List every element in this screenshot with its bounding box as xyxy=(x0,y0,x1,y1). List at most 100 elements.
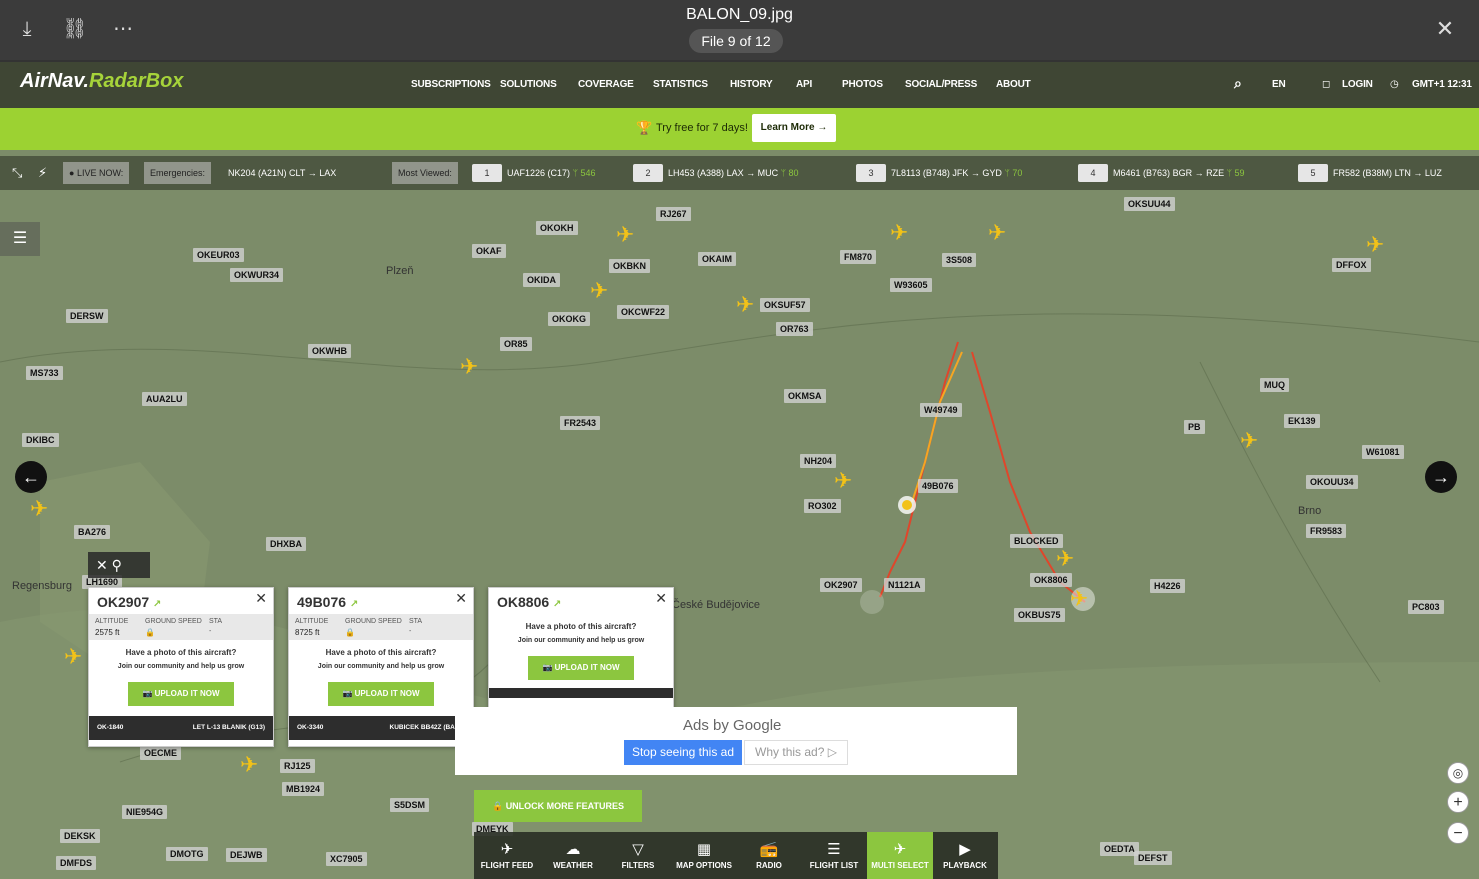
upload-photo-button[interactable]: 📷 UPLOAD IT NOW xyxy=(528,656,634,680)
flight-label[interactable]: DMFDS xyxy=(56,856,96,870)
why-this-ad-button[interactable]: Why this ad? ▷ xyxy=(744,740,848,765)
flight-label[interactable]: OKIDA xyxy=(523,273,560,287)
airnav-logo[interactable]: AirNav.RadarBox xyxy=(20,70,183,93)
flight-label[interactable]: H4226 xyxy=(1150,579,1185,593)
card-callsign[interactable]: OK2907 xyxy=(97,594,149,610)
flight-label[interactable]: RJ267 xyxy=(656,207,691,221)
flight-label[interactable]: OKOUU34 xyxy=(1306,475,1358,489)
previous-file-button[interactable]: ← xyxy=(15,461,47,493)
next-file-button[interactable]: → xyxy=(1425,461,1457,493)
external-link-icon[interactable]: ↗ xyxy=(553,599,561,610)
radio-button[interactable]: 📻 RADIO xyxy=(736,832,802,879)
flight-label[interactable]: W93605 xyxy=(890,278,932,292)
flight-label[interactable]: OK8806 xyxy=(1030,573,1072,587)
flight-label[interactable]: OKSUU44 xyxy=(1124,197,1175,211)
flight-label[interactable]: DMOTG xyxy=(166,847,208,861)
card-callsign[interactable]: OK8806 xyxy=(497,594,549,610)
plane-icon[interactable]: ✈ xyxy=(736,294,754,316)
nav-social[interactable]: SOCIAL/PRESS xyxy=(905,79,977,90)
multi-select-button[interactable]: ✈ MULTI SELECT xyxy=(867,832,933,879)
flight-label[interactable]: DEKSK xyxy=(60,829,100,843)
nav-photos[interactable]: PHOTOS xyxy=(842,79,883,90)
map-options-button[interactable]: ▦ MAP OPTIONS xyxy=(671,832,737,879)
zoom-in-button[interactable]: + xyxy=(1447,791,1469,813)
flight-label[interactable]: FM870 xyxy=(840,250,877,264)
flight-label[interactable]: OKOKG xyxy=(548,312,591,326)
nav-history[interactable]: HISTORY xyxy=(730,79,773,90)
flight-label[interactable]: MUQ xyxy=(1260,378,1289,392)
plane-icon[interactable]: ✈ xyxy=(1240,430,1258,452)
flight-label[interactable]: OECME xyxy=(140,746,182,760)
flight-label[interactable]: RO302 xyxy=(804,499,841,513)
flight-label[interactable]: DEJWB xyxy=(226,848,267,862)
plane-icon[interactable]: ✈ xyxy=(616,224,634,246)
nav-about[interactable]: ABOUT xyxy=(996,79,1031,90)
nav-statistics[interactable]: STATISTICS xyxy=(653,79,708,90)
card-close-icon[interactable]: ✕ xyxy=(455,590,467,607)
timezone-clock[interactable]: GMT+1 12:31 xyxy=(1412,79,1472,90)
list-panel-icon[interactable]: ☰ xyxy=(0,222,40,256)
flight-label[interactable]: OKWHB xyxy=(308,344,351,358)
learn-more-button[interactable]: Learn More → xyxy=(752,114,836,142)
unlock-features-button[interactable]: 🔒 UNLOCK MORE FEATURES xyxy=(474,790,642,822)
plane-icon[interactable]: ✈ xyxy=(64,646,82,668)
plane-icon[interactable]: ✈ xyxy=(460,356,478,378)
plane-icon[interactable]: ✈ xyxy=(240,754,258,776)
flight-label[interactable]: S5DSM xyxy=(390,798,430,812)
flight-label[interactable]: PC803 xyxy=(1408,600,1444,614)
locate-icon[interactable]: ◎ xyxy=(1447,762,1469,784)
plane-icon[interactable]: ✈ xyxy=(890,222,908,244)
nav-coverage[interactable]: COVERAGE xyxy=(578,79,634,90)
flight-label[interactable]: XC7905 xyxy=(326,852,367,866)
emergency-flight[interactable]: NK204 (A21N) CLT → LAX xyxy=(228,162,336,184)
weather-button[interactable]: ☁ WEATHER xyxy=(540,832,606,879)
satellite-icon[interactable]: ⚡ xyxy=(38,162,47,184)
close-cards-icon[interactable]: ✕ xyxy=(96,557,108,573)
flight-label[interactable]: EK139 xyxy=(1284,414,1320,428)
most-viewed-item[interactable]: 2 LH453 (A388) LAX → MUC ᛘ 80 xyxy=(633,162,799,184)
most-viewed-item[interactable]: 5 FR582 (B38M) LTN → LUZ xyxy=(1298,162,1442,184)
flight-label[interactable]: W49749 xyxy=(920,403,962,417)
upload-photo-button[interactable]: 📷 UPLOAD IT NOW xyxy=(328,682,434,706)
flight-feed-button[interactable]: ✈ FLIGHT FEED xyxy=(474,832,540,879)
flight-label[interactable]: OKAF xyxy=(472,244,506,258)
flight-label[interactable]: OKOKH xyxy=(536,221,578,235)
flight-card[interactable]: 49B076 ↗ ✕ ALTITUDE 8725 ft GROUND SPEED… xyxy=(288,587,474,747)
nav-solutions[interactable]: SOLUTIONS xyxy=(500,79,557,90)
flight-label[interactable]: FR9583 xyxy=(1306,524,1347,538)
language-select[interactable]: EN xyxy=(1272,79,1286,90)
user-icon[interactable]: ◻ xyxy=(1322,79,1330,90)
flight-card[interactable]: OK8806 ↗ ✕ Have a photo of this aircraft… xyxy=(488,587,674,712)
plane-icon[interactable]: ✈ xyxy=(590,280,608,302)
external-link-icon[interactable]: ↗ xyxy=(350,599,358,610)
plane-icon[interactable]: ✈ xyxy=(1366,234,1384,256)
flight-label[interactable]: OKBKN xyxy=(609,259,650,273)
plane-icon[interactable]: ✈ xyxy=(30,498,48,520)
flight-label[interactable]: OKMSA xyxy=(784,389,826,403)
flight-label[interactable]: NH204 xyxy=(800,454,837,468)
flight-label[interactable]: OKBUS75 xyxy=(1014,608,1065,622)
upload-photo-button[interactable]: 📷 UPLOAD IT NOW xyxy=(128,682,234,706)
flight-label[interactable]: AUA2LU xyxy=(142,392,187,406)
flight-label[interactable]: FR2543 xyxy=(560,416,601,430)
flight-card[interactable]: OK2907 ↗ ✕ ALTITUDE 2575 ft GROUND SPEED… xyxy=(88,587,274,747)
multi-select-toggle-icon[interactable]: ⚲ xyxy=(112,557,122,573)
zoom-out-button[interactable]: − xyxy=(1447,822,1469,844)
stop-seeing-ad-button[interactable]: Stop seeing this ad xyxy=(624,740,742,765)
flight-label[interactable]: DEFST xyxy=(1134,851,1172,865)
flight-label[interactable]: OR763 xyxy=(776,322,813,336)
flight-label[interactable]: W61081 xyxy=(1362,445,1404,459)
flight-label[interactable]: PB xyxy=(1184,420,1205,434)
flight-label[interactable]: MB1924 xyxy=(282,782,325,796)
plane-icon[interactable]: ✈ xyxy=(988,222,1006,244)
playback-button[interactable]: ▶ PLAYBACK xyxy=(932,832,998,879)
flight-label[interactable]: OKAIM xyxy=(698,252,736,266)
nav-subscriptions[interactable]: SUBSCRIPTIONS xyxy=(411,79,491,90)
flight-label[interactable]: DKIBC xyxy=(22,433,59,447)
flight-label[interactable]: N1121A xyxy=(884,578,925,592)
plane-icon[interactable]: ✈ xyxy=(1056,548,1074,570)
flight-label[interactable]: DHXBA xyxy=(266,537,307,551)
most-viewed-item[interactable]: 3 7L8113 (B748) JFK → GYD ᛘ 70 xyxy=(856,162,1022,184)
search-icon[interactable]: ⌕ xyxy=(1234,75,1242,92)
plane-icon[interactable]: ✈ xyxy=(834,470,852,492)
